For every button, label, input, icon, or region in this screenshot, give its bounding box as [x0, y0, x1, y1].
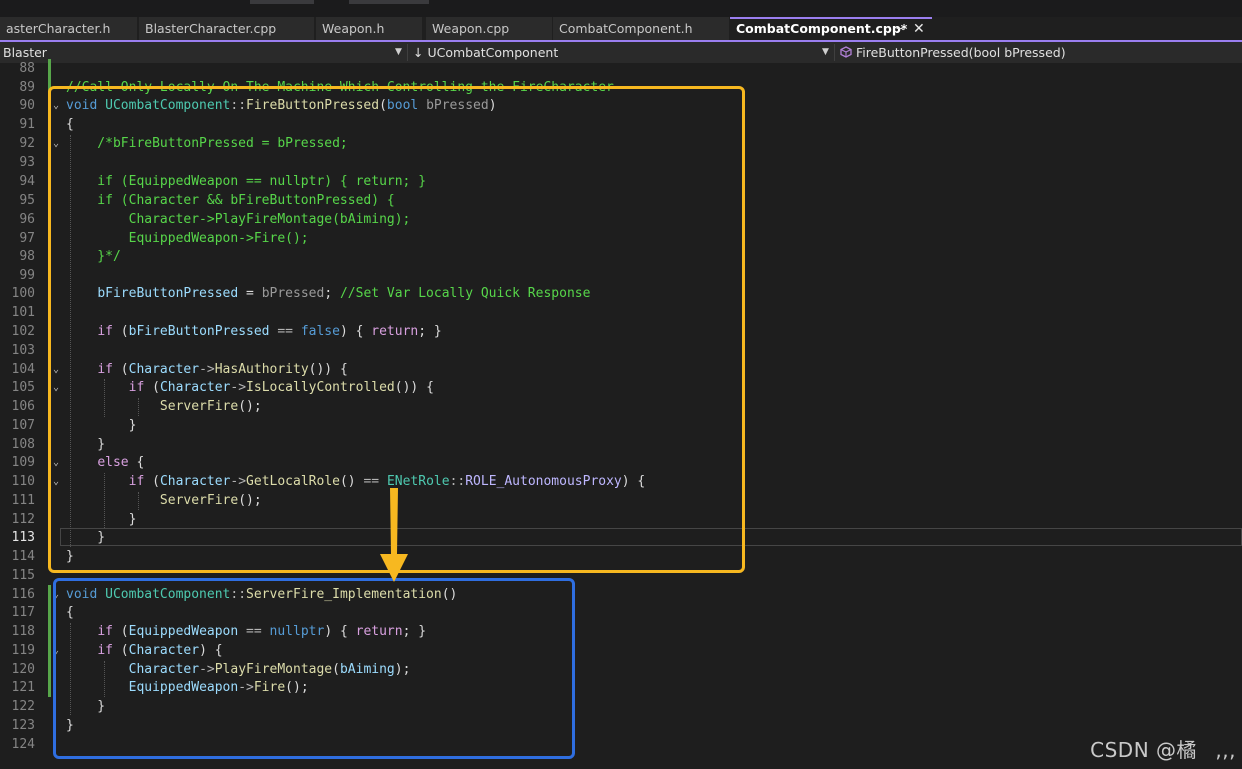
line-number: 104	[11, 362, 35, 377]
line-number: 105	[11, 380, 35, 395]
change-marker	[48, 622, 51, 641]
line-number: 97	[19, 231, 35, 246]
line-number: 110	[11, 474, 35, 489]
tab-weapon-h[interactable]: Weapon.h	[316, 17, 422, 40]
tab-blastercharacter-cpp[interactable]: BlasterCharacter.cpp	[139, 17, 314, 40]
line-number: 98	[19, 249, 35, 264]
line-number: 108	[11, 437, 35, 452]
line-number: 116	[11, 587, 35, 602]
change-marker	[48, 660, 51, 679]
line-number: 91	[19, 117, 35, 132]
change-marker	[48, 603, 51, 622]
tab-blastercharacter-h[interactable]: asterCharacter.h	[0, 17, 137, 40]
line-number: 117	[11, 605, 35, 620]
line-number: 118	[11, 624, 35, 639]
scope-label: ↓ UCombatComponent	[413, 45, 559, 60]
line-number: 95	[19, 193, 35, 208]
member-label: FireButtonPressed(bool bPressed)	[855, 45, 1066, 60]
line-number: 120	[11, 662, 35, 677]
tab-label: asterCharacter.h	[6, 21, 111, 36]
line-number: 99	[19, 268, 35, 283]
line-number: 124	[11, 737, 35, 752]
line-number: 119	[11, 643, 35, 658]
highlight-box-serverfire	[53, 578, 575, 759]
line-number: 115	[11, 568, 35, 583]
tab-combatcomponent-cpp[interactable]: CombatComponent.cpp* ⊸ ✕	[730, 17, 932, 40]
change-marker	[48, 678, 51, 697]
line-number: 103	[11, 343, 35, 358]
tab-label: Weapon.h	[322, 21, 385, 36]
tab-label: BlasterCharacter.cpp	[145, 21, 277, 36]
pin-icon[interactable]: ⊸	[896, 19, 905, 39]
line-number: 93	[19, 155, 35, 170]
project-label: Blaster	[3, 45, 47, 60]
toolbar-remnant	[250, 0, 314, 4]
change-marker	[48, 641, 51, 660]
tab-label: Weapon.cpp	[432, 21, 510, 36]
document-tab-bar: asterCharacter.h BlasterCharacter.cpp We…	[0, 17, 1242, 40]
line-number: 100	[11, 286, 35, 301]
line-number: 112	[11, 512, 35, 527]
change-marker	[48, 59, 51, 78]
window-top-strip	[0, 0, 1242, 17]
line-number: 122	[11, 699, 35, 714]
line-number: 123	[11, 718, 35, 733]
line-number: 96	[19, 212, 35, 227]
line-number: 92	[19, 136, 35, 151]
down-arrow-icon	[380, 488, 408, 582]
line-number: 106	[11, 399, 35, 414]
line-number: 89	[19, 80, 35, 95]
line-number: 102	[11, 324, 35, 339]
toolbar-remnant	[349, 0, 429, 4]
tab-combatcomponent-h[interactable]: CombatComponent.h	[553, 17, 729, 40]
close-icon[interactable]: ✕	[913, 19, 925, 39]
change-marker	[48, 585, 51, 604]
line-number: 107	[11, 418, 35, 433]
method-cube-icon	[840, 46, 852, 58]
line-number: 114	[11, 549, 35, 564]
line-number: 109	[11, 455, 35, 470]
line-number: 88	[19, 61, 35, 76]
line-number: 90	[19, 98, 35, 113]
tab-weapon-cpp[interactable]: Weapon.cpp	[426, 17, 552, 40]
code-line: 88	[0, 59, 1242, 78]
line-number: 111	[11, 493, 35, 508]
line-number: 101	[11, 305, 35, 320]
tab-label: CombatComponent.h	[559, 21, 693, 36]
line-number: 94	[19, 174, 35, 189]
line-number: 121	[11, 680, 35, 695]
watermark: CSDN @橘ㅤ,,,	[1090, 738, 1236, 762]
line-number: 113	[11, 530, 35, 545]
tab-label: CombatComponent.cpp*	[736, 21, 908, 36]
